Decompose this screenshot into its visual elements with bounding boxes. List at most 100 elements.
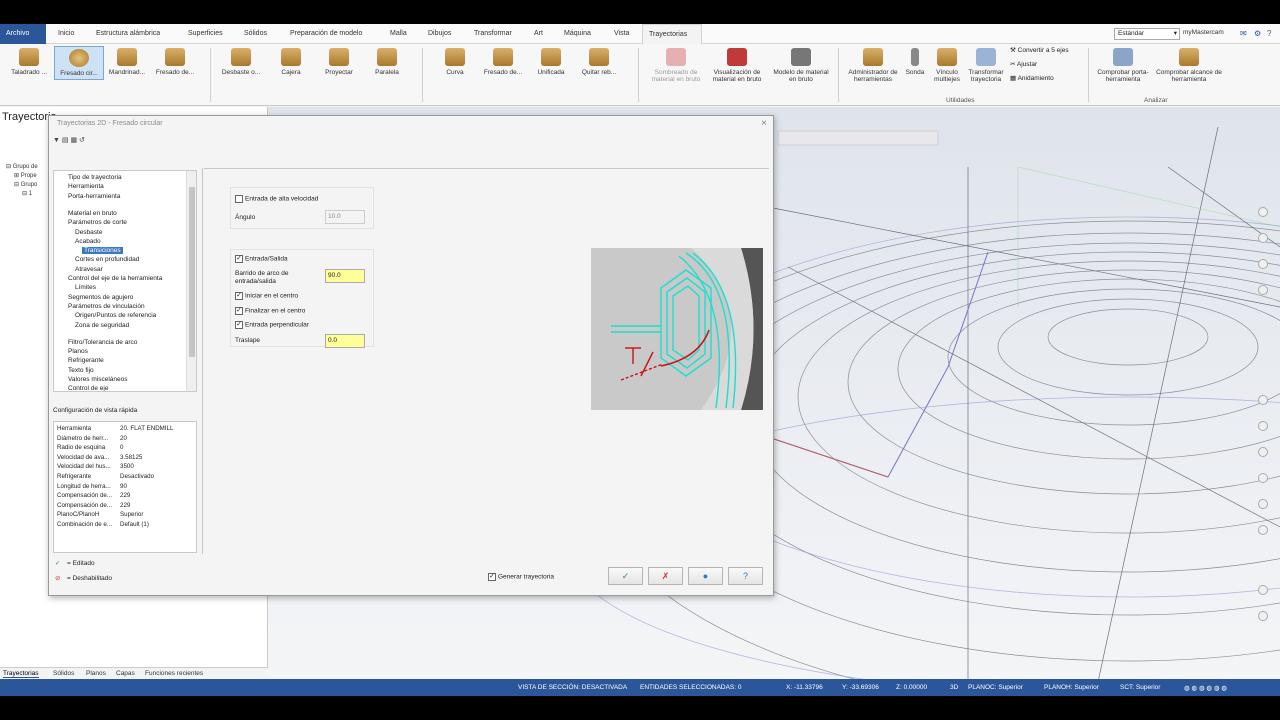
tab-planos-bottom[interactable]: Planos (86, 670, 106, 677)
tab-art[interactable]: Art (528, 24, 549, 44)
tree-item[interactable]: Atravesar (75, 266, 103, 273)
arc-sweep-field[interactable]: 90.0 (325, 269, 365, 283)
tree-item[interactable]: Desbaste (75, 229, 102, 236)
view-icon[interactable] (1258, 233, 1268, 243)
tab-vista[interactable]: Vista (608, 24, 635, 44)
tree-item[interactable]: Refrigerante (68, 357, 104, 364)
tab-dibujos[interactable]: Dibujos (422, 24, 457, 44)
section-view-status[interactable]: VISTA DE SECCIÓN: DESACTIVADA (518, 684, 627, 691)
stock-model-button[interactable]: Modelo de material en bruto (770, 46, 832, 83)
pocket-button[interactable]: Cajera (266, 46, 316, 76)
perpendicular-entry-checkbox[interactable]: ✓ Entrada perpendicular (235, 321, 309, 329)
tree-item[interactable]: Cortes en profundidad (75, 256, 139, 263)
pin-icon[interactable]: ▼ (53, 137, 60, 144)
end-center-checkbox[interactable]: ✓ Finalizar en el centro (235, 307, 305, 315)
account-label[interactable]: myMastercam (1183, 29, 1224, 36)
deburr-button[interactable]: Quitar reb... (574, 46, 624, 76)
tab-solidos-bottom[interactable]: Sólidos (53, 670, 74, 677)
tree-item[interactable]: Segmentos de agujero (68, 294, 133, 301)
multiaxis-link-button[interactable]: Vínculo multiejes (928, 46, 966, 83)
tree-item[interactable]: Acabado (75, 238, 101, 245)
tree-scrollbar[interactable] (186, 171, 196, 391)
tree-item[interactable]: Parámetros de vinculación (68, 303, 145, 310)
tree-item[interactable]: Porta-herramienta (68, 193, 120, 200)
tree-node[interactable]: ⊟ Grupo (14, 181, 37, 188)
globe-icon[interactable]: ◍ ◍ ◍ ◍ ◍ ◍ (1184, 684, 1227, 692)
mail-icon[interactable]: ✉ (1240, 29, 1247, 38)
view-icon[interactable] (1258, 473, 1268, 483)
ok-button[interactable]: ✓ (608, 567, 643, 585)
tree-item[interactable]: Control de eje (68, 385, 108, 391)
generate-toolpath-checkbox[interactable]: ✓ Generar trayectoria (488, 573, 554, 581)
tree-item[interactable]: Filtro/Tolerancia de arco (68, 339, 137, 346)
library-icon[interactable]: ▦ (70, 137, 77, 144)
tab-trayectorias-bottom[interactable]: Trayectorias (3, 670, 39, 678)
nesting-button[interactable]: ▦ Anidamiento (1010, 75, 1054, 83)
overlap-field[interactable]: 0.0 (325, 334, 365, 348)
drill-button[interactable]: Taladrado ... (4, 46, 54, 76)
tree-node[interactable]: ⊞ Prope (14, 172, 37, 179)
stock-display-button[interactable]: Visualización de material en bruto (706, 46, 768, 83)
tree-item[interactable]: Texto fijo (68, 367, 94, 374)
circle-mill-button[interactable]: Fresado cir... (54, 46, 104, 80)
start-center-checkbox[interactable]: ✓ Iniciar en el centro (235, 292, 298, 300)
convert-5axis-button[interactable]: ⚒ Convertir a 5 ejes (1010, 47, 1069, 55)
tree-item[interactable]: Material en bruto (68, 210, 117, 217)
view-icon[interactable] (1258, 207, 1268, 217)
standard-select[interactable]: Estándar (1114, 28, 1180, 40)
planec-status[interactable]: PLANOC: Superior (968, 684, 1023, 691)
tab-estructura[interactable]: Estructura alámbrica (90, 24, 166, 44)
view-icon[interactable] (1258, 421, 1268, 431)
tree-item[interactable]: Origen/Puntos de referencia (75, 312, 156, 319)
tab-solidos[interactable]: Sólidos (238, 24, 273, 44)
tab-recent-functions[interactable]: Funciones recientes (145, 670, 203, 677)
tree-item[interactable]: Zona de seguridad (75, 322, 129, 329)
settings-icon[interactable]: ⚙ (1254, 29, 1261, 38)
cancel-button[interactable]: ✗ (648, 567, 683, 585)
view-icon[interactable] (1258, 395, 1268, 405)
view-icon[interactable] (1258, 611, 1268, 621)
tab-trayectorias[interactable]: Trayectorias (642, 24, 702, 44)
pane-divider[interactable] (202, 168, 203, 554)
view-icon[interactable] (1258, 499, 1268, 509)
thread-mill-button[interactable]: Fresado de... (150, 46, 200, 76)
tab-preparacion[interactable]: Preparación de modelo (284, 24, 368, 44)
close-icon[interactable]: × (761, 118, 767, 129)
check-holder-button[interactable]: Comprobar porta-herramienta (1092, 46, 1154, 83)
probe-button[interactable]: Sonda (900, 46, 930, 76)
view-icon[interactable] (1258, 585, 1268, 595)
tree-item[interactable]: Planos (68, 348, 88, 355)
apply-button[interactable]: ● (688, 567, 723, 585)
unified-button[interactable]: Unificada (526, 46, 576, 76)
curve-button[interactable]: Curva (430, 46, 480, 76)
tab-malla[interactable]: Malla (384, 24, 413, 44)
tree-node[interactable]: ⊟ 1 (22, 190, 32, 197)
help-icon[interactable]: ? (1267, 29, 1271, 38)
trim-button[interactable]: ✂ Ajustar (1010, 61, 1037, 69)
tree-item[interactable]: Tipo de trayectoria (68, 174, 122, 181)
save-icon[interactable]: ▤ (62, 137, 69, 144)
check-reach-button[interactable]: Comprobar alcance de herramienta (1156, 46, 1222, 83)
tree-item[interactable]: Valores misceláneos (68, 376, 128, 383)
high-speed-entry-checkbox[interactable]: Entrada de alta velocidad (235, 195, 318, 203)
angle-field[interactable]: 10.0 (325, 210, 365, 224)
transform-toolpath-button[interactable]: Transformar trayectoria (964, 46, 1008, 83)
tab-superficies[interactable]: Superficies (182, 24, 229, 44)
help-button[interactable]: ? (728, 567, 763, 585)
tab-capas-bottom[interactable]: Capas (116, 670, 135, 677)
view-icon[interactable] (1258, 285, 1268, 295)
view-icon[interactable] (1258, 447, 1268, 457)
tool-manager-button[interactable]: Administrador de herramientas (842, 46, 904, 83)
reset-icon[interactable]: ↺ (79, 137, 85, 144)
view-icon[interactable] (1258, 525, 1268, 535)
tab-maquina[interactable]: Máquina (558, 24, 597, 44)
tree-node[interactable]: ⊟ Grupo de (6, 163, 38, 170)
project-button[interactable]: Proyectar (314, 46, 364, 76)
tree-item[interactable]: Transiciones (82, 247, 123, 255)
roughing-button[interactable]: Desbaste o... (216, 46, 266, 76)
scroll-thumb[interactable] (189, 187, 195, 357)
tree-item[interactable]: Límites (75, 284, 96, 291)
tree-item[interactable]: Herramienta (68, 183, 104, 190)
stock-shading-button[interactable]: Sombreado de material en bruto (645, 46, 707, 83)
tab-inicio[interactable]: Inicio (52, 24, 80, 44)
